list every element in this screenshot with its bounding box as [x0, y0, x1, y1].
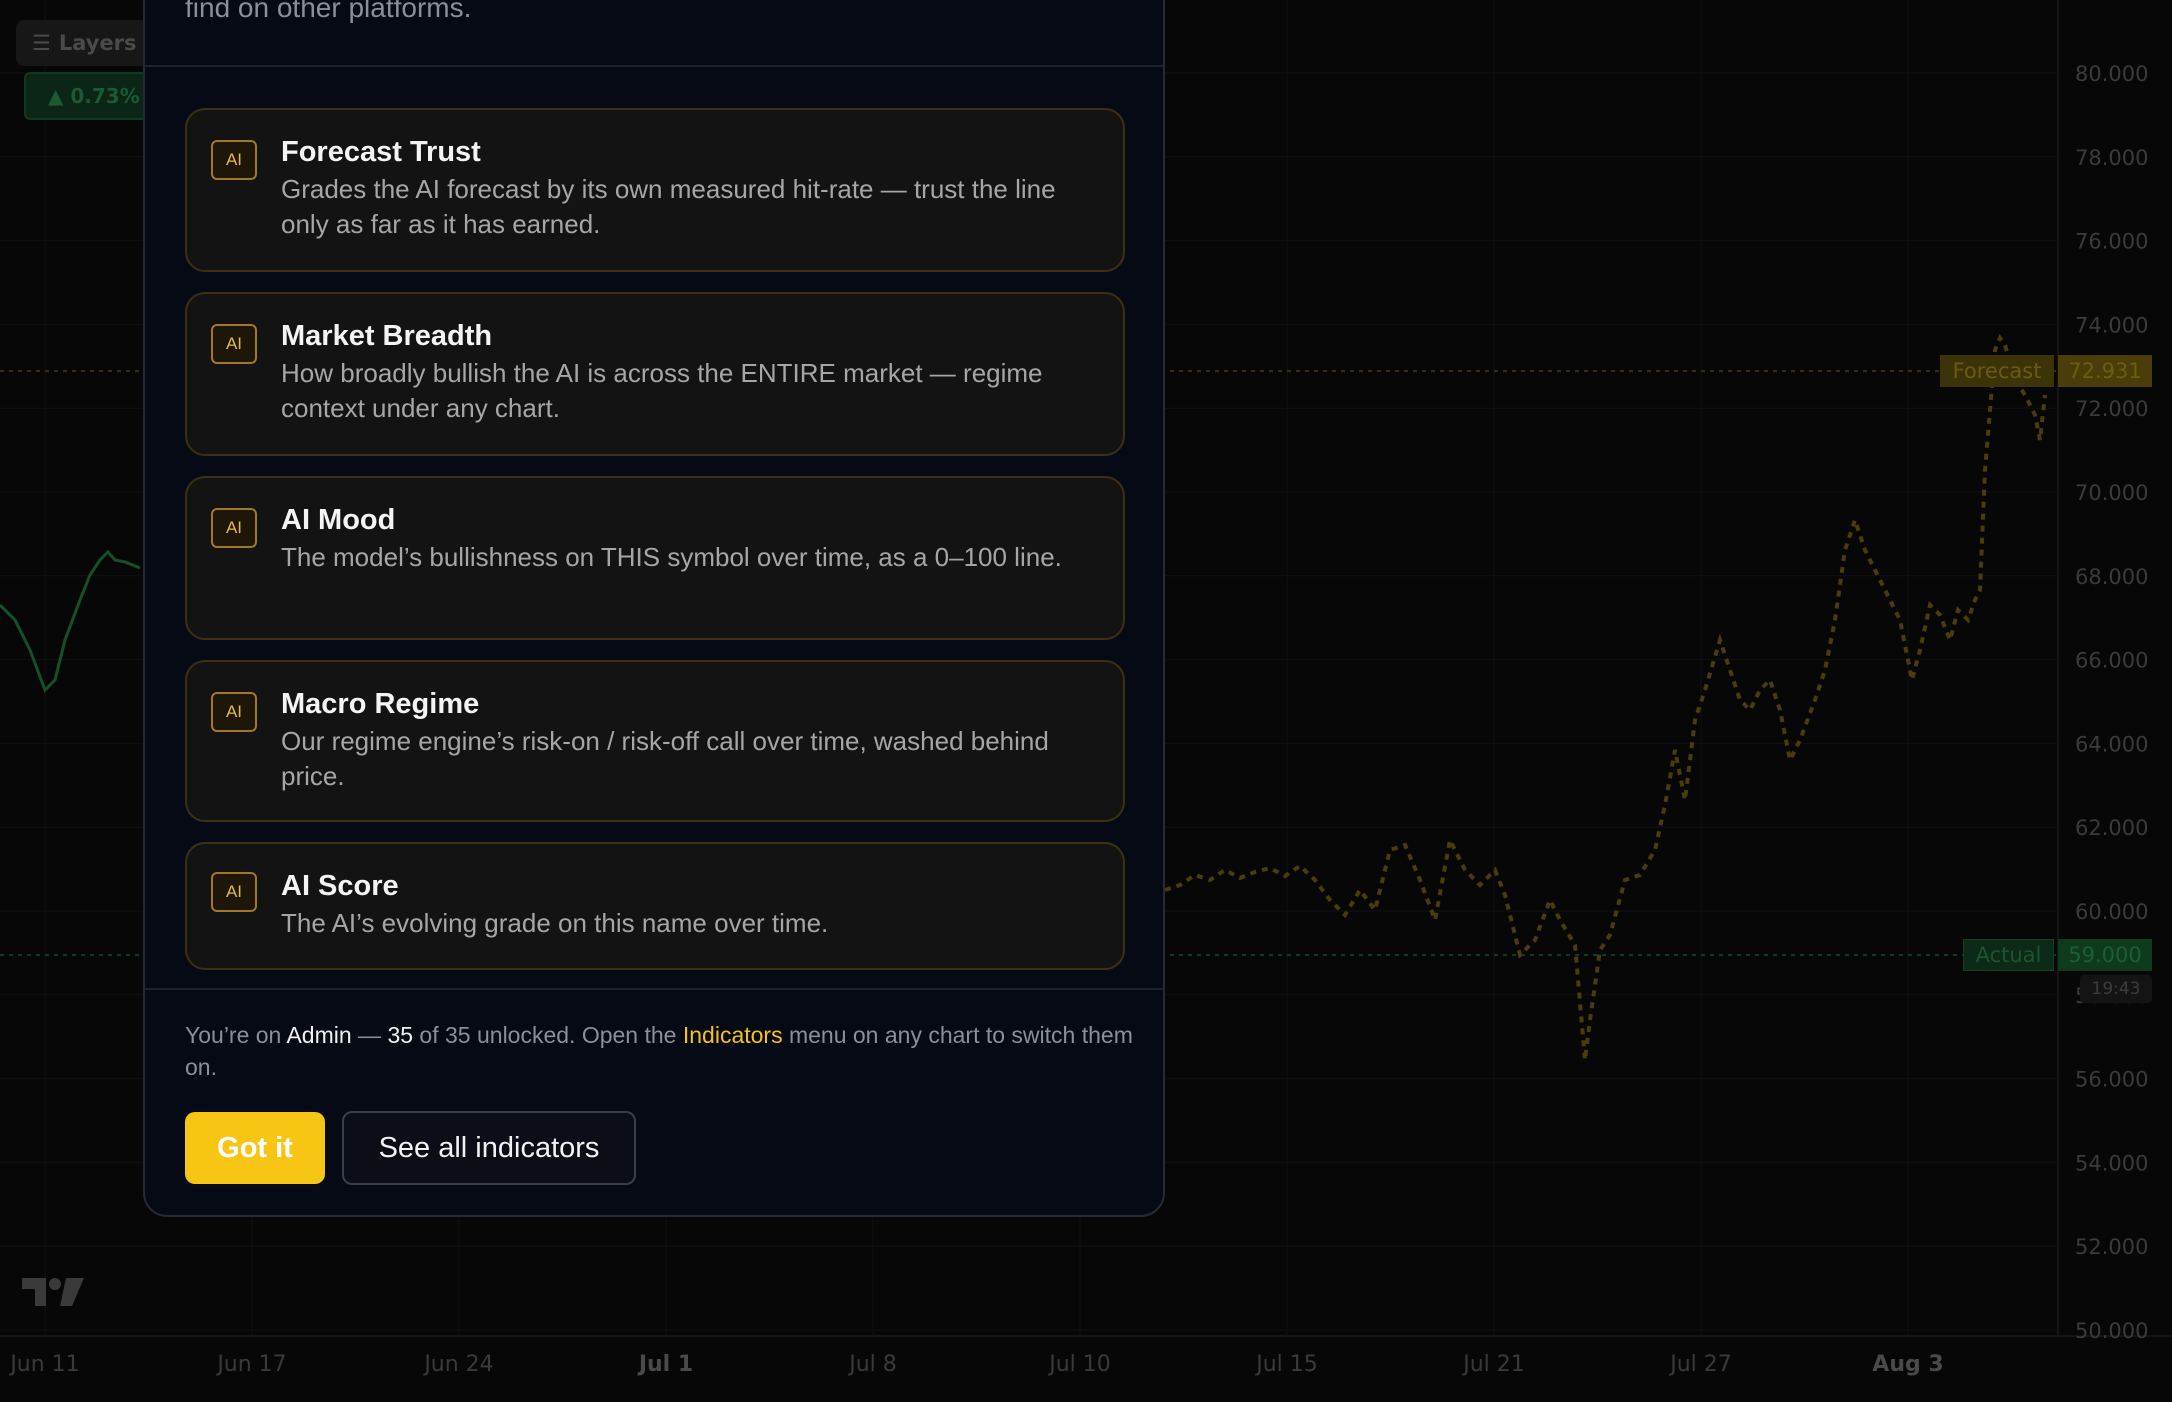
card-description: How broadly bullish the AI is across the…: [281, 358, 1043, 423]
price-tick-label: 66.000: [2075, 649, 2148, 673]
date-tick-label: Jun 17: [215, 1352, 286, 1377]
price-tick-label: 50.000: [2075, 1319, 2148, 1343]
card-description: The model’s bullishness on THIS symbol o…: [281, 542, 1062, 572]
indicator-card-market-breadth[interactable]: AI Market Breadth How broadly bullish th…: [185, 292, 1125, 456]
card-title: Forecast Trust: [281, 136, 481, 168]
card-description: Our regime engine’s risk-on / risk-off c…: [281, 726, 1049, 791]
footer-dash: —: [351, 1022, 388, 1048]
divider: [145, 988, 1163, 990]
price-tick-label: 64.000: [2075, 732, 2148, 756]
price-tick-label: 78.000: [2075, 146, 2148, 170]
card-title: AI Mood: [281, 504, 396, 536]
price-change-badge: ▲ 0.73%: [24, 72, 148, 120]
unlocked-count: 35: [387, 1022, 414, 1048]
plan-name: Admin: [286, 1022, 352, 1048]
date-tick-label: Jun 11: [8, 1352, 79, 1377]
ai-badge-icon: AI: [211, 140, 257, 180]
date-tick-label: Jul 1: [637, 1352, 693, 1377]
forecast-label-tag: Forecast: [1940, 355, 2054, 387]
footer-prefix: You’re on: [185, 1022, 287, 1048]
ai-badge-icon: AI: [211, 692, 257, 732]
date-tick-label: Jul 21: [1461, 1352, 1525, 1377]
date-tick-label: Jun 24: [422, 1352, 493, 1377]
footer-mid: of 35 unlocked. Open the: [413, 1022, 683, 1048]
price-tick-label: 80.000: [2075, 62, 2148, 86]
price-axis: 80.000 78.000 76.000 74.000 72.000 70.000 68.0…: [2075, 62, 2148, 1343]
got-it-button[interactable]: Got it: [185, 1112, 325, 1184]
ai-badge-icon: AI: [211, 324, 257, 364]
time-axis: Jun 11 Jun 17 Jun 24 Jul 1 Jul 8 Jul 10 Jul 15…: [8, 1352, 1943, 1377]
change-value: ▲ 0.73%: [48, 84, 140, 108]
indicator-card-forecast-trust[interactable]: AI Forecast Trust Grades the AI forecast…: [185, 108, 1125, 272]
price-tick-label: 52.000: [2075, 1235, 2148, 1259]
actual-price-series: [0, 549, 141, 693]
indicator-card-ai-mood[interactable]: AI AI Mood The model’s bullishness on TH…: [185, 476, 1125, 640]
forecast-series: [1164, 333, 2047, 1061]
price-tick-label: 70.000: [2075, 481, 2148, 505]
card-description: The AI’s evolving grade on this name ove…: [281, 908, 829, 938]
price-tick-label: 62.000: [2075, 816, 2148, 840]
price-tick-label: 54.000: [2075, 1151, 2148, 1175]
price-tick-label: 68.000: [2075, 565, 2148, 589]
see-all-indicators-button[interactable]: See all indicators: [342, 1111, 636, 1185]
price-tick-label: 74.000: [2075, 313, 2148, 337]
date-tick-label: Jul 15: [1254, 1352, 1318, 1377]
hamburger-icon: ☰: [32, 31, 51, 55]
layers-button[interactable]: ☰ Layers: [16, 20, 148, 66]
price-tick-label: 60.000: [2075, 900, 2148, 924]
actual-value-tag: 59.000: [2058, 939, 2152, 971]
tradingview-logo-icon: [22, 1276, 84, 1313]
forecast-value-tag: 72.931: [2058, 355, 2152, 387]
indicators-menu-link[interactable]: Indicators: [683, 1022, 783, 1048]
card-title: Market Breadth: [281, 320, 493, 352]
plan-status-text: You’re on Admin — 35 of 35 unlocked. Ope…: [185, 1019, 1135, 1083]
date-tick-label: Jul 8: [847, 1352, 897, 1377]
price-tick-label: 72.000: [2075, 397, 2148, 421]
date-tick-label: Jul 10: [1047, 1352, 1111, 1377]
indicator-card-macro-regime[interactable]: AI Macro Regime Our regime engine’s risk…: [185, 660, 1125, 822]
indicator-card-ai-score[interactable]: AI AI Score The AI’s evolving grade on t…: [185, 842, 1125, 970]
actual-label-tag: Actual: [1963, 939, 2054, 971]
date-tick-label: Jul 27: [1668, 1352, 1732, 1377]
date-tick-label: Aug 3: [1872, 1352, 1943, 1377]
price-tick-label: 76.000: [2075, 230, 2148, 254]
card-title: Macro Regime: [281, 688, 480, 720]
card-description: Grades the AI forecast by its own measur…: [281, 174, 1056, 239]
divider: [145, 65, 1163, 67]
price-tick-label: 56.000: [2075, 1068, 2148, 1092]
layers-label: Layers: [58, 31, 137, 55]
ai-badge-icon: AI: [211, 508, 257, 548]
ai-badge-icon: AI: [211, 872, 257, 912]
modal-intro-text: find on other platforms.: [185, 0, 472, 23]
bar-countdown: 19:43: [2080, 975, 2152, 1003]
indicators-modal: find on other platforms. AI Forecast Tru…: [143, 0, 1165, 1217]
card-title: AI Score: [281, 870, 399, 902]
